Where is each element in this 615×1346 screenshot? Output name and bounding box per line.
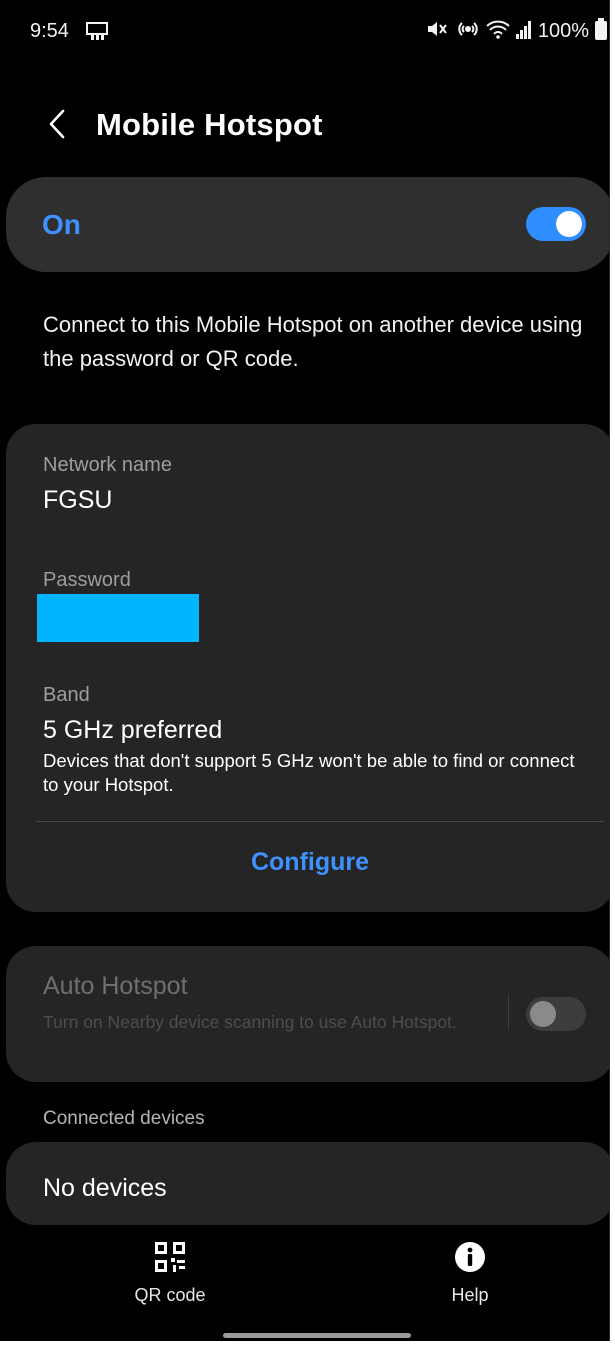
- page-title: Mobile Hotspot: [96, 107, 323, 142]
- master-switch-label: On: [42, 209, 81, 240]
- status-time: 9:54: [30, 20, 69, 42]
- band-value: 5 GHz preferred: [43, 716, 223, 744]
- auto-hotspot-subtitle: Turn on Nearby device scanning to use Au…: [43, 1012, 457, 1032]
- auto-hotspot-row[interactable]: Auto Hotspot Turn on Nearby device scann…: [6, 946, 609, 1082]
- battery-icon: [595, 17, 607, 45]
- battery-percent: 100%: [537, 19, 589, 42]
- no-devices-text: No devices: [43, 1174, 167, 1202]
- chevron-left-icon: [47, 109, 67, 144]
- help-button[interactable]: Help: [410, 1240, 530, 1310]
- network-info-card: Network name FGSU Password Band 5 GHz pr…: [6, 424, 609, 912]
- qr-code-button[interactable]: QR code: [110, 1240, 230, 1310]
- network-name-label: Network name: [43, 454, 172, 476]
- configure-button[interactable]: Configure: [6, 822, 609, 902]
- status-bar: 9:54 100%: [0, 0, 609, 62]
- signal-icon: [515, 19, 532, 44]
- qr-code-icon: [153, 1240, 187, 1274]
- home-indicator[interactable]: [223, 1333, 411, 1338]
- hotspot-master-switch[interactable]: On: [6, 177, 609, 272]
- wifi-icon: [486, 19, 510, 44]
- divider: [508, 994, 509, 1030]
- password-label: Password: [43, 569, 131, 591]
- password-redacted: [37, 594, 199, 642]
- connected-devices-header: Connected devices: [43, 1108, 205, 1129]
- auto-hotspot-title: Auto Hotspot: [43, 972, 188, 1000]
- hotspot-toggle[interactable]: [526, 207, 586, 241]
- info-icon: [453, 1240, 487, 1274]
- band-label: Band: [43, 684, 90, 706]
- help-label: Help: [451, 1285, 489, 1305]
- auto-hotspot-toggle[interactable]: [526, 997, 586, 1031]
- toggle-knob: [530, 1001, 556, 1027]
- back-button[interactable]: [40, 106, 74, 146]
- band-note: Devices that don't support 5 GHz won't b…: [43, 750, 575, 795]
- status-icons: 100%: [426, 17, 607, 45]
- connected-devices-card: No devices: [6, 1142, 609, 1225]
- hotspot-icon: [456, 18, 480, 45]
- mobile-hotspot-screen: 9:54 100% Mobile Hotspot On Connect to t…: [0, 0, 610, 1341]
- hotspot-description: Connect to this Mobile Hotspot on anothe…: [43, 312, 583, 371]
- screen-mirror-icon: [86, 22, 108, 40]
- network-name-value: FGSU: [43, 486, 113, 514]
- qr-code-label: QR code: [134, 1285, 206, 1305]
- toggle-knob: [556, 211, 582, 237]
- mute-icon: [426, 19, 450, 44]
